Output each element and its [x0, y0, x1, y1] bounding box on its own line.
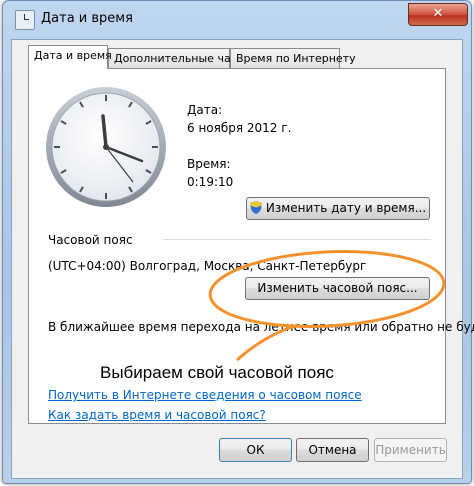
clock-icon: [15, 10, 35, 30]
ok-button[interactable]: ОК: [219, 438, 292, 462]
close-button[interactable]: ✕: [408, 3, 468, 26]
change-date-time-button[interactable]: Изменить дату и время...: [246, 197, 430, 220]
date-value: 6 ноября 2012 г.: [187, 121, 292, 135]
change-date-time-label: Изменить дату и время...: [265, 201, 427, 215]
analog-clock: [46, 87, 166, 207]
timezone-info-link[interactable]: Получить в Интернете сведения о часовом …: [48, 388, 362, 402]
date-label: Дата:: [187, 103, 223, 117]
group-divider: [163, 239, 431, 240]
time-label: Время:: [187, 157, 231, 171]
tab-additional-clocks[interactable]: Дополнительные часы: [108, 48, 245, 68]
title-bar[interactable]: Дата и время ✕: [3, 1, 471, 39]
apply-button[interactable]: Применить: [374, 438, 447, 462]
tab-internet-time[interactable]: Время по Интернету: [230, 48, 356, 68]
timezone-group-label: Часовой пояс: [48, 233, 133, 247]
change-timezone-button[interactable]: Изменить часовой пояс...: [245, 277, 430, 300]
help-link[interactable]: Как задать время и часовой пояс?: [48, 408, 266, 422]
window-title: Дата и время: [41, 11, 133, 26]
time-value: 0:19:10: [187, 175, 234, 189]
cancel-button[interactable]: Отмена: [296, 438, 369, 462]
tab-date-time[interactable]: Дата и время: [28, 45, 112, 69]
annotation-caption: Выбираем свой часовой пояс: [100, 363, 334, 382]
dst-note: В ближайшее время перехода на летнее вре…: [48, 320, 474, 334]
uac-shield-icon: [249, 201, 262, 214]
timezone-value: (UTC+04:00) Волгоград, Москва, Санкт-Пет…: [48, 259, 367, 273]
